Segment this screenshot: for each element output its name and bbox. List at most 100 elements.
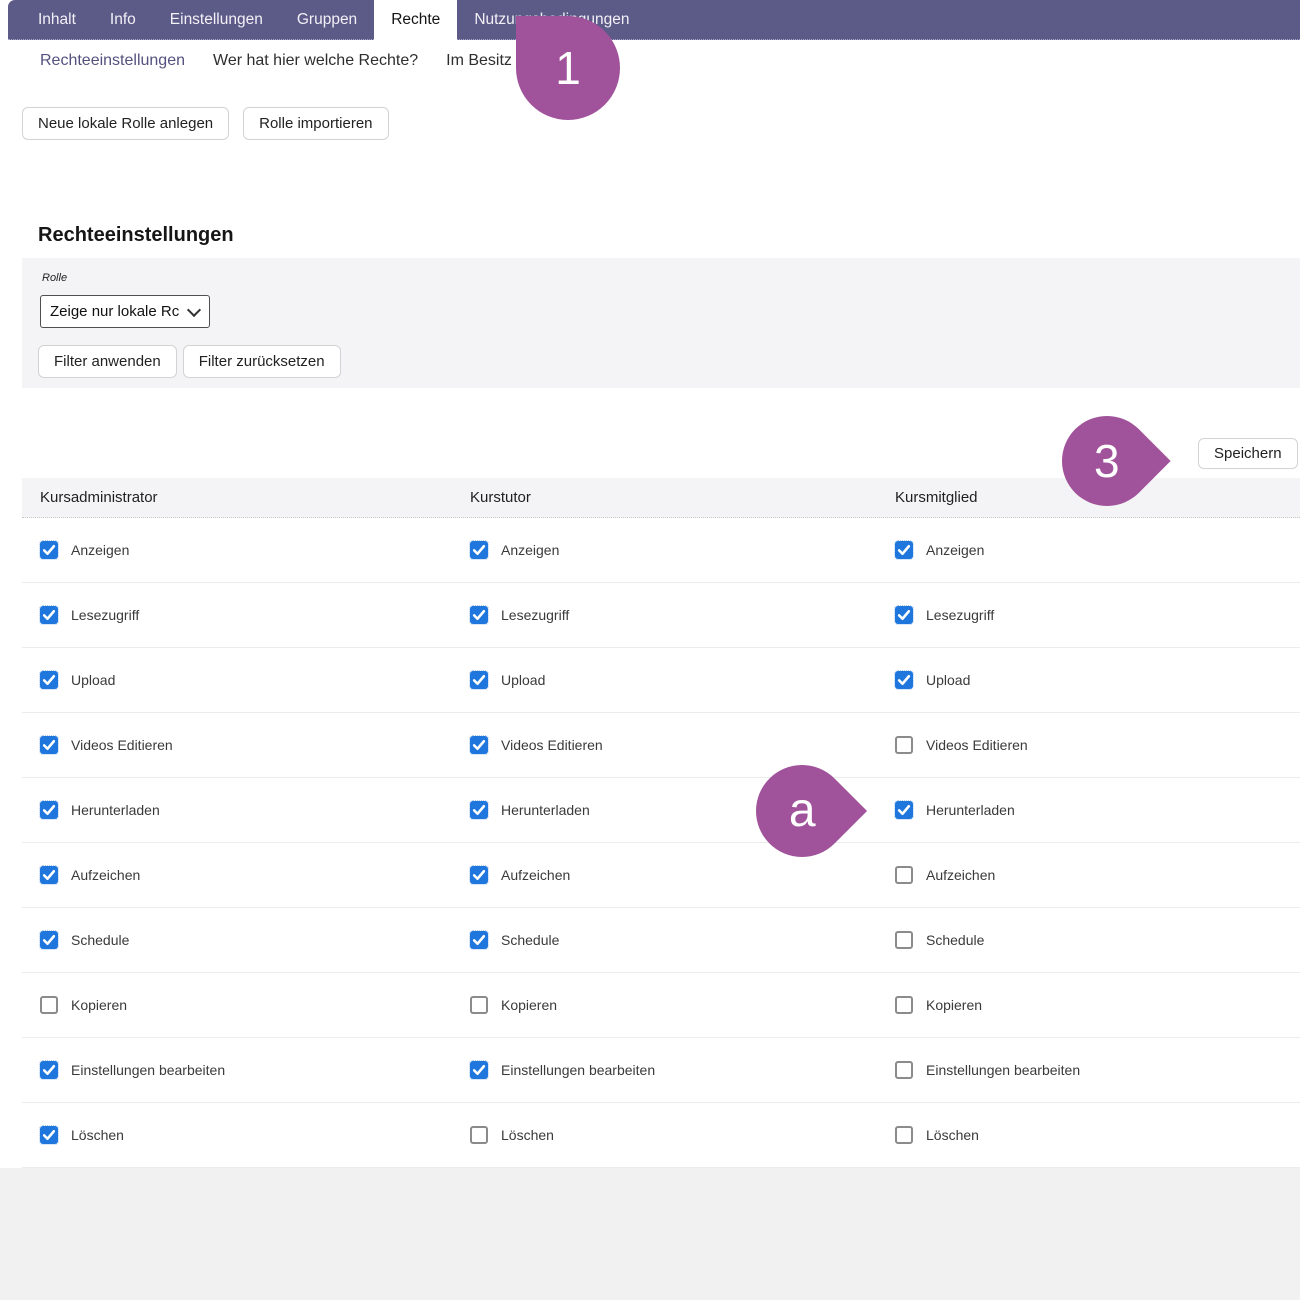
tab-einstellungen[interactable]: Einstellungen [153,0,280,39]
kurstutor-lesezugriff-checkbox[interactable] [470,606,488,624]
role-filter-select[interactable]: Zeige nur lokale Rc [40,295,210,328]
permission-label: Kopieren [501,997,557,1013]
kursmitglied-schedule-checkbox[interactable] [895,931,913,949]
permission-label: Videos Editieren [501,737,603,753]
subnav-link-rechteeinstellungen[interactable]: Rechteeinstellungen [40,52,185,70]
permission-label: Löschen [501,1127,554,1143]
kursadministrator-lesezugriff-checkbox[interactable] [40,606,58,624]
permission-label: Upload [501,672,545,688]
kursadministrator-anzeigen-checkbox[interactable] [40,541,58,559]
kurstutor-kopieren-checkbox[interactable] [470,996,488,1014]
permission-row-videos-editieren: Videos Editieren Videos Editieren Videos E… [22,713,1300,778]
permission-label: Aufzeichen [71,867,140,883]
permission-label: Videos Editieren [926,737,1028,753]
tab-rechte[interactable]: Rechte [374,0,457,39]
kursmitglied-upload-checkbox[interactable] [895,671,913,689]
permission-label: Lesezugriff [926,607,994,623]
permission-label: Herunterladen [926,802,1015,818]
kursadministrator-loschen-checkbox[interactable] [40,1126,58,1144]
permission-label: Kopieren [71,997,127,1013]
page-title: Rechteeinstellungen [38,224,234,247]
permission-label: Schedule [501,932,559,948]
kursmitglied-anzeigen-checkbox[interactable] [895,541,913,559]
tab-info[interactable]: Info [93,0,153,39]
permission-cell: Schedule [470,908,559,972]
callout-step-3-label: 3 [1094,438,1120,484]
kursmitglied-videos-editieren-checkbox[interactable] [895,736,913,754]
subnav-link-wer-hat-hier-welche-rechte[interactable]: Wer hat hier welche Rechte? [213,52,418,70]
permission-label: Anzeigen [71,542,129,558]
kursmitglied-aufzeichen-checkbox[interactable] [895,866,913,884]
kursadministrator-aufzeichen-checkbox[interactable] [40,866,58,884]
kursadministrator-upload-checkbox[interactable] [40,671,58,689]
apply-filter-button[interactable]: Filter anwenden [38,345,177,378]
kursadministrator-herunterladen-checkbox[interactable] [40,801,58,819]
permission-cell: Aufzeichen [40,843,140,907]
permission-cell: Anzeigen [470,518,559,582]
kurstutor-einstellungen-bearbeiten-checkbox[interactable] [470,1061,488,1079]
kursadministrator-kopieren-checkbox[interactable] [40,996,58,1014]
import-role-button[interactable]: Rolle importieren [243,107,388,140]
permissions-table: KursadministratorKurstutorKursmitglied A… [22,478,1300,1168]
role-actions: Neue lokale Rolle anlegen Rolle importie… [22,107,389,140]
permission-label: Upload [926,672,970,688]
kursadministrator-videos-editieren-checkbox[interactable] [40,736,58,754]
kurstutor-loschen-checkbox[interactable] [470,1126,488,1144]
kursadministrator-schedule-checkbox[interactable] [40,931,58,949]
permission-label: Einstellungen bearbeiten [926,1062,1080,1078]
permission-cell: Einstellungen bearbeiten [470,1038,655,1102]
permission-cell: Kopieren [470,973,557,1037]
permission-label: Anzeigen [501,542,559,558]
permission-row-herunterladen: HerunterladenHerunterladenHerunterladen [22,778,1300,843]
permission-row-einstellungen-bearbeiten: Einstellungen bearbeiten Einstellungen be… [22,1038,1300,1103]
permission-label: Schedule [71,932,129,948]
permission-cell: Lesezugriff [895,583,994,647]
permission-cell: Einstellungen bearbeiten [895,1038,1080,1102]
permission-cell: Videos Editieren [470,713,603,777]
column-header-kurstutor: Kurstutor [470,478,531,517]
chevron-down-icon [187,302,201,316]
filter-buttons: Filter anwenden Filter zurücksetzen [38,345,341,378]
save-button[interactable]: Speichern [1198,438,1298,469]
permissions-table-body: AnzeigenAnzeigenAnzeigenLesezugriffLesez… [22,518,1300,1168]
permission-label: Einstellungen bearbeiten [71,1062,225,1078]
permission-label: Löschen [71,1127,124,1143]
kursmitglied-lesezugriff-checkbox[interactable] [895,606,913,624]
permission-cell: Lesezugriff [470,583,569,647]
permission-label: Herunterladen [501,802,590,818]
kurstutor-anzeigen-checkbox[interactable] [470,541,488,559]
kursmitglied-loschen-checkbox[interactable] [895,1126,913,1144]
kurstutor-videos-editieren-checkbox[interactable] [470,736,488,754]
permission-label: Löschen [926,1127,979,1143]
kurstutor-herunterladen-checkbox[interactable] [470,801,488,819]
kurstutor-upload-checkbox[interactable] [470,671,488,689]
permission-cell: Schedule [40,908,129,972]
permission-row-aufzeichen: AufzeichenAufzeichenAufzeichen [22,843,1300,908]
create-role-button[interactable]: Neue lokale Rolle anlegen [22,107,229,140]
tab-inhalt[interactable]: Inhalt [21,0,93,39]
permission-label: Einstellungen bearbeiten [501,1062,655,1078]
permission-cell: Upload [895,648,970,712]
callout-step-1: 1 [516,16,620,120]
kursmitglied-einstellungen-bearbeiten-checkbox[interactable] [895,1061,913,1079]
permission-cell: Anzeigen [895,518,984,582]
tab-gruppen[interactable]: Gruppen [280,0,374,39]
permission-cell: Aufzeichen [895,843,995,907]
subnav-link-im-besitz[interactable]: Im Besitz [446,52,512,70]
reset-filter-button[interactable]: Filter zurücksetzen [183,345,341,378]
permission-label: Aufzeichen [926,867,995,883]
callout-step-a-label: a [789,787,816,835]
permission-label: Lesezugriff [71,607,139,623]
permission-cell: Videos Editieren [40,713,173,777]
permission-label: Upload [71,672,115,688]
kursmitglied-kopieren-checkbox[interactable] [895,996,913,1014]
permission-row-lesezugriff: Lesezugriff Lesezugriff Lesezugriff [22,583,1300,648]
permission-label: Kopieren [926,997,982,1013]
kurstutor-aufzeichen-checkbox[interactable] [470,866,488,884]
permission-cell: Upload [40,648,115,712]
role-filter-label: Rolle [42,272,67,284]
kurstutor-schedule-checkbox[interactable] [470,931,488,949]
kursadministrator-einstellungen-bearbeiten-checkbox[interactable] [40,1061,58,1079]
permission-row-loschen: Löschen Löschen Löschen [22,1103,1300,1168]
kursmitglied-herunterladen-checkbox[interactable] [895,801,913,819]
